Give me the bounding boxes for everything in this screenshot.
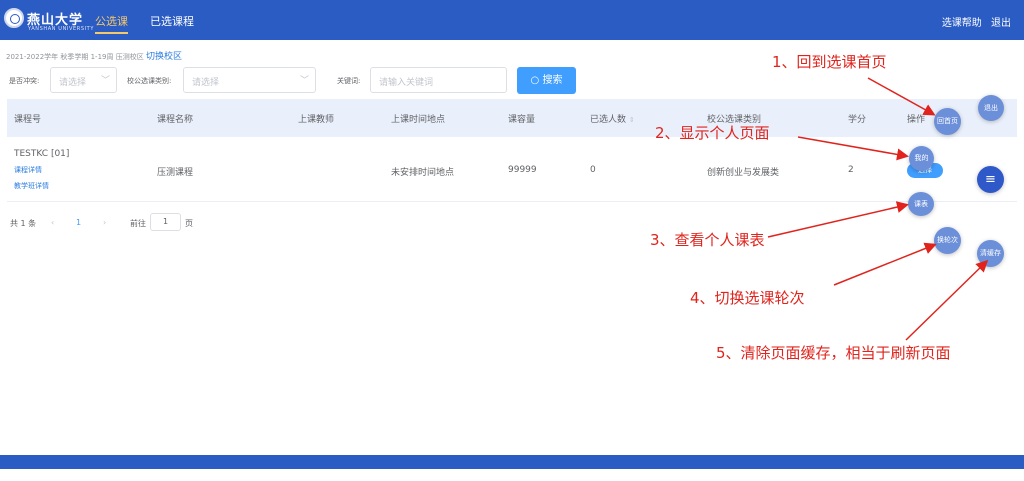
annotation-arrow-5 [905, 259, 989, 341]
annotation-1: 1、回到选课首页 [772, 53, 887, 71]
annotation-arrow-3 [767, 201, 909, 238]
footer-bar [0, 455, 1024, 469]
annotation-2: 2、显示个人页面 [655, 124, 770, 142]
page: 燕山大学 YANSHAN UNIVERSITY 公选课 已选课程 选课帮助 退出… [0, 0, 1024, 481]
annotation-arrow-1 [867, 77, 936, 116]
annotation-arrow-4 [833, 242, 937, 286]
annotation-5: 5、清除页面缓存，相当于刷新页面 [716, 344, 951, 362]
annotation-arrows [767, 77, 989, 341]
annotation-arrow-2 [797, 136, 909, 161]
annotation-4: 4、切换选课轮次 [690, 289, 805, 307]
annotation-3: 3、查看个人课表 [650, 231, 765, 249]
